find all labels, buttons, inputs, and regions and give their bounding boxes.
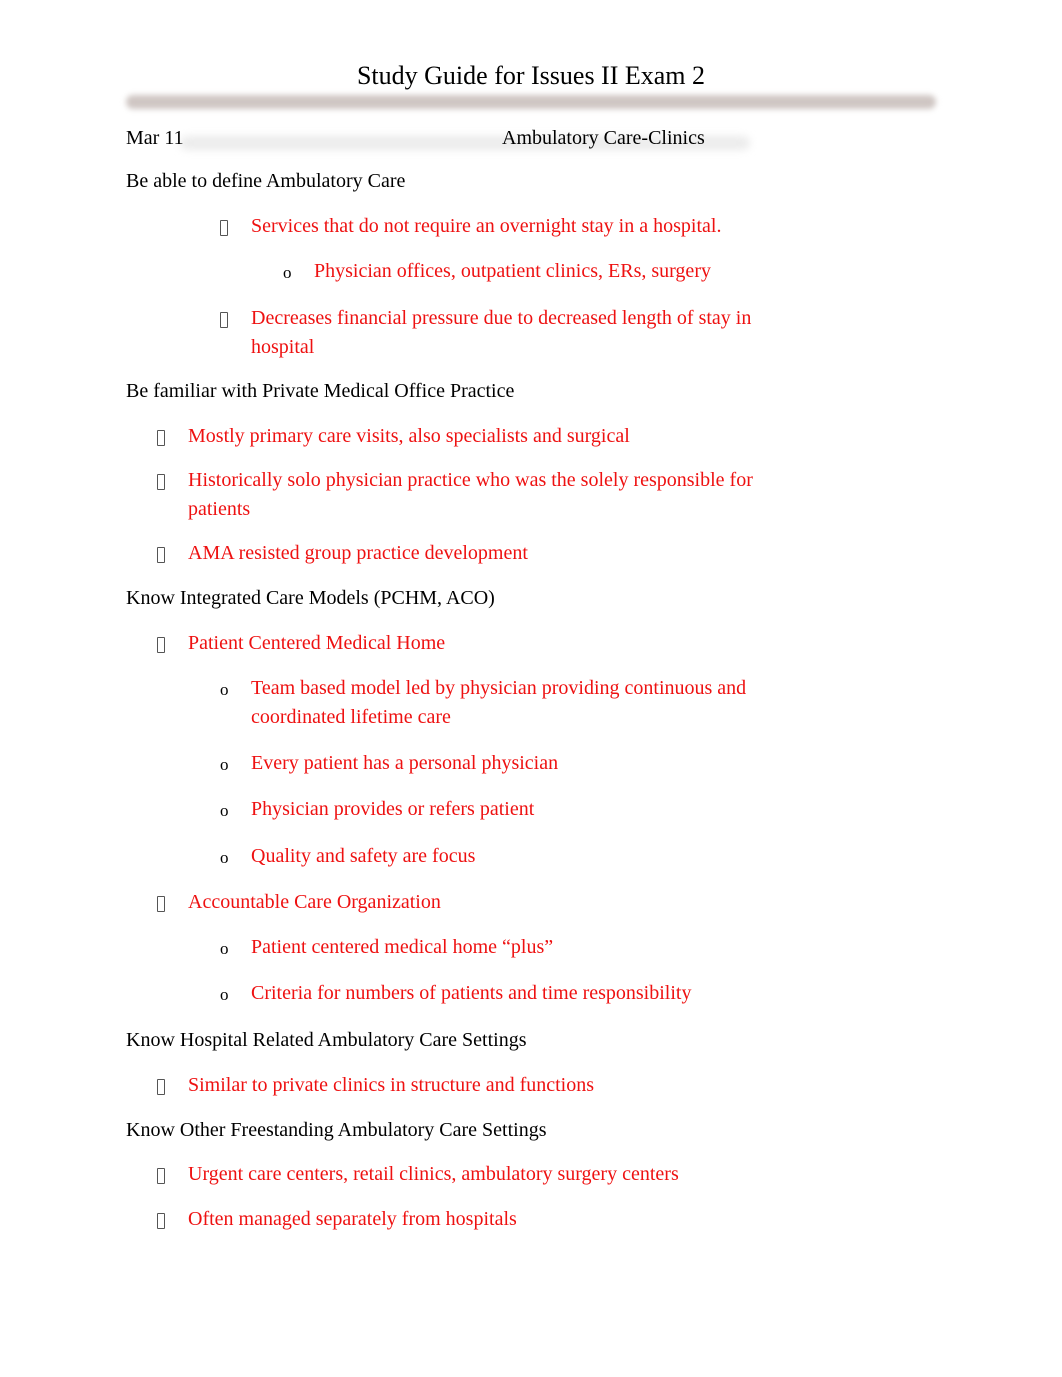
list-item: AMA resisted group practice development [188, 542, 528, 564]
list-item: Criteria for numbers of patients and tim… [251, 982, 692, 1004]
list-item: Patient centered medical home “plus” [251, 936, 554, 958]
list-item: Services that do not require an overnigh… [251, 215, 722, 237]
circle-bullet-icon: o [220, 939, 229, 958]
section-heading: Know Hospital Related Ambulatory Care Se… [126, 1029, 527, 1051]
list-item: Team based model led by physician provid… [251, 677, 747, 728]
list-item: Physician offices, outpatient clinics, E… [314, 260, 711, 282]
redacted-bar [126, 95, 936, 109]
list-item: Physician provides or refers patient [251, 798, 535, 820]
list-item: Every patient has a personal physician [251, 752, 559, 774]
bullet-icon [157, 1079, 165, 1095]
bullet-icon [157, 474, 165, 490]
bullet-icon [220, 312, 228, 328]
bullet-icon [157, 1168, 165, 1184]
list-item: Similar to private clinics in structure … [188, 1074, 595, 1096]
list-item: Often managed separately from hospitals [188, 1208, 517, 1230]
bullet-icon [220, 220, 228, 236]
section-heading: Be able to define Ambulatory Care [126, 170, 406, 192]
section-heading: Know Other Freestanding Ambulatory Care … [126, 1119, 547, 1141]
list-item: Decreases financial pressure due to decr… [251, 307, 752, 358]
list-item: Urgent care centers, retail clinics, amb… [188, 1163, 679, 1185]
circle-bullet-icon: o [220, 755, 229, 774]
document-title: Study Guide for Issues II Exam 2 [356, 61, 706, 90]
list-item: Patient Centered Medical Home [188, 632, 446, 654]
circle-bullet-icon: o [283, 263, 292, 282]
circle-bullet-icon: o [220, 985, 229, 1004]
bullet-icon [157, 637, 165, 653]
list-item: Accountable Care Organization [188, 891, 441, 913]
list-item: Quality and safety are focus [251, 845, 476, 867]
section-heading: Know Integrated Care Models (PCHM, ACO) [126, 587, 495, 609]
circle-bullet-icon: o [220, 848, 229, 867]
bullet-icon [157, 1213, 165, 1229]
bullet-icon [157, 547, 165, 563]
lecture-topic: Ambulatory Care-Clinics [502, 127, 705, 149]
bullet-icon [157, 430, 165, 446]
circle-bullet-icon: o [220, 680, 229, 699]
section-heading: Be familiar with Private Medical Office … [126, 380, 515, 402]
list-item: Historically solo physician practice who… [188, 469, 753, 520]
bullet-icon [157, 896, 165, 912]
lecture-date: Mar 11 [126, 127, 184, 149]
list-item: Mostly primary care visits, also special… [188, 425, 630, 447]
circle-bullet-icon: o [220, 801, 229, 820]
